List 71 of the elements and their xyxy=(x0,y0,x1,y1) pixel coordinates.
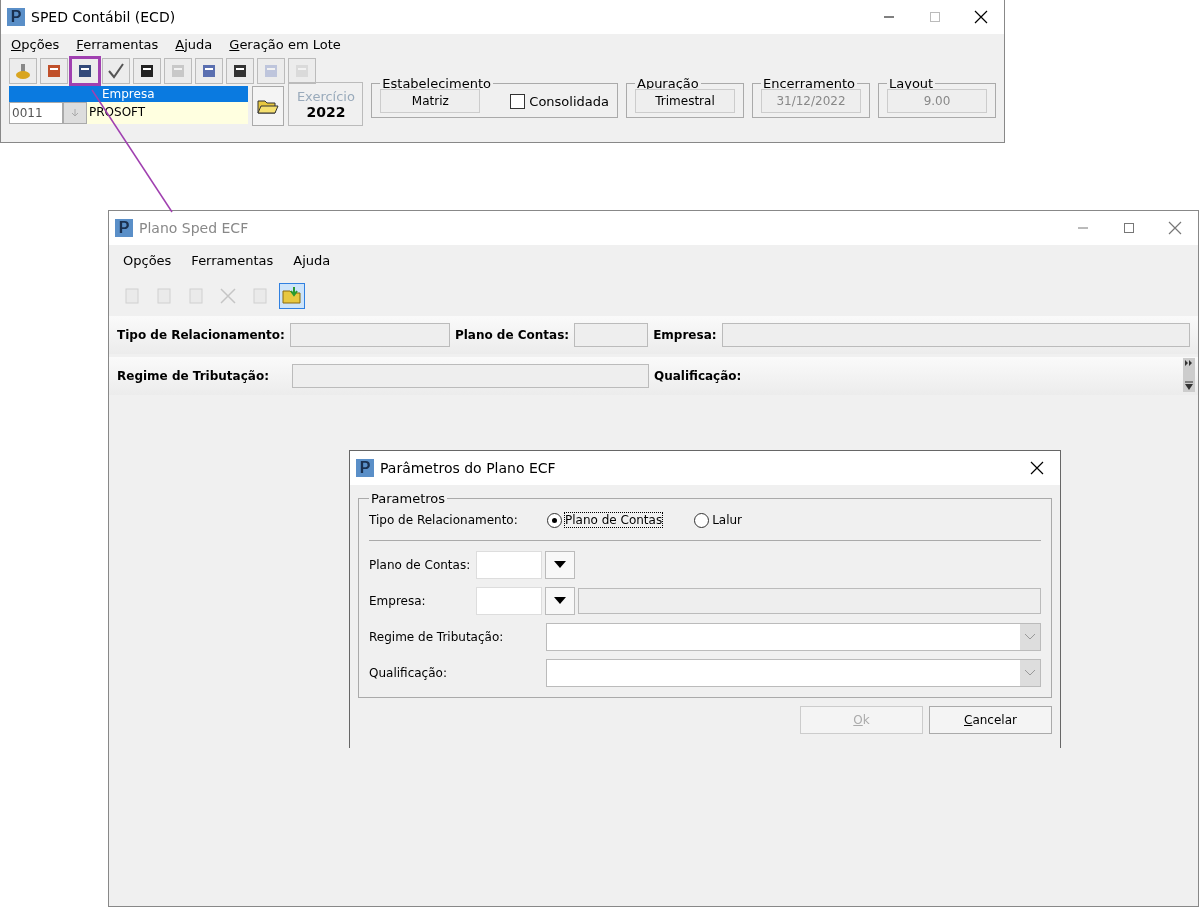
menu-item[interactable]: Geração em Lote xyxy=(229,37,341,53)
app-logo: P xyxy=(356,459,374,477)
dialog-button[interactable]: Cancelar xyxy=(929,706,1052,734)
empresa-header: Empresa xyxy=(9,86,248,102)
window-title: Plano Sped ECF xyxy=(139,220,249,236)
filter-label: Qualificação: xyxy=(653,369,742,383)
field-label: Qualificação: xyxy=(369,666,448,680)
menu-item[interactable]: Opções xyxy=(11,37,60,53)
caret-icon xyxy=(554,561,566,569)
field-label: Regime de Tributação: xyxy=(369,630,505,644)
group-title: Parametros xyxy=(370,491,447,506)
radio-group-label: Tipo de Relacionamento: xyxy=(369,513,519,527)
filter-field[interactable] xyxy=(291,364,649,388)
checkbox-label: Consolidada xyxy=(529,93,609,109)
open-folder-button[interactable] xyxy=(251,86,285,126)
filter-field[interactable] xyxy=(574,323,649,347)
folder-icon xyxy=(282,286,302,306)
app-logo: P xyxy=(115,219,133,237)
exercicio-value: 2022 xyxy=(306,103,346,120)
check-icon xyxy=(107,62,125,80)
chevron-icon xyxy=(1025,634,1035,640)
group-title: Estabelecimento xyxy=(381,76,492,91)
down-arrow-icon xyxy=(70,108,80,118)
filter-field[interactable] xyxy=(721,323,1190,347)
filter-label: Plano de Contas: xyxy=(454,328,570,342)
checkbox[interactable] xyxy=(510,93,526,109)
code-field[interactable]: 0011 xyxy=(9,102,63,124)
field-label: Plano de Contas: xyxy=(369,558,472,572)
toolbar-button[interactable] xyxy=(102,58,130,84)
combo-box[interactable] xyxy=(546,623,1041,651)
radio-option[interactable]: Plano de Contas xyxy=(547,512,663,528)
radio-label: Lalur xyxy=(712,513,743,527)
dropdown-button[interactable] xyxy=(545,551,575,579)
radio-button[interactable] xyxy=(694,512,710,528)
combo-box[interactable] xyxy=(546,659,1041,687)
app-logo: P xyxy=(7,8,25,26)
window-title: SPED Contábil (ECD) xyxy=(31,9,176,25)
filter-label: Empresa: xyxy=(653,328,717,342)
menu-item[interactable]: Ferramentas xyxy=(76,37,159,53)
menu-item[interactable]: Ferramentas xyxy=(191,253,274,271)
spin-button[interactable] xyxy=(63,102,87,124)
code-field[interactable] xyxy=(476,587,542,615)
group-value: 31/12/2022 xyxy=(761,89,861,113)
exercicio-label: Exercício xyxy=(296,88,355,104)
group-value: Trimestral xyxy=(635,89,735,113)
group-title: Encerramento xyxy=(762,76,856,91)
group-value: Matriz xyxy=(380,89,481,113)
filter-label: Regime de Tributação: xyxy=(117,369,269,383)
radio-option[interactable]: Lalur xyxy=(694,512,743,528)
toolbar-button[interactable] xyxy=(133,58,161,84)
filter-label: Tipo de Relacionamento: xyxy=(117,328,285,342)
dropdown-button[interactable] xyxy=(545,587,575,615)
delete-icon xyxy=(218,286,238,306)
group-value: 9.00 xyxy=(887,89,987,113)
caret-icon xyxy=(554,597,566,605)
filter-field[interactable] xyxy=(289,323,450,347)
radio-button[interactable] xyxy=(547,512,562,528)
menu-item[interactable]: Opções xyxy=(123,253,172,271)
radio-label: Plano de Contas xyxy=(565,513,663,527)
chevron-icon xyxy=(1025,670,1035,676)
group-title: Layout xyxy=(888,76,935,91)
toolbar-button[interactable] xyxy=(71,58,99,84)
folder-icon xyxy=(257,97,279,115)
menu-item[interactable]: Ajuda xyxy=(293,253,331,271)
group-title: Apuração xyxy=(636,76,700,91)
code-field[interactable] xyxy=(476,551,542,579)
field-label: Empresa: xyxy=(369,594,427,608)
menu-item[interactable]: Ajuda xyxy=(175,37,213,53)
dialog-title: Parâmetros do Plano ECF xyxy=(380,460,556,476)
toolbar-button[interactable] xyxy=(226,58,254,84)
scroll-buttons-icon[interactable] xyxy=(1183,358,1195,392)
